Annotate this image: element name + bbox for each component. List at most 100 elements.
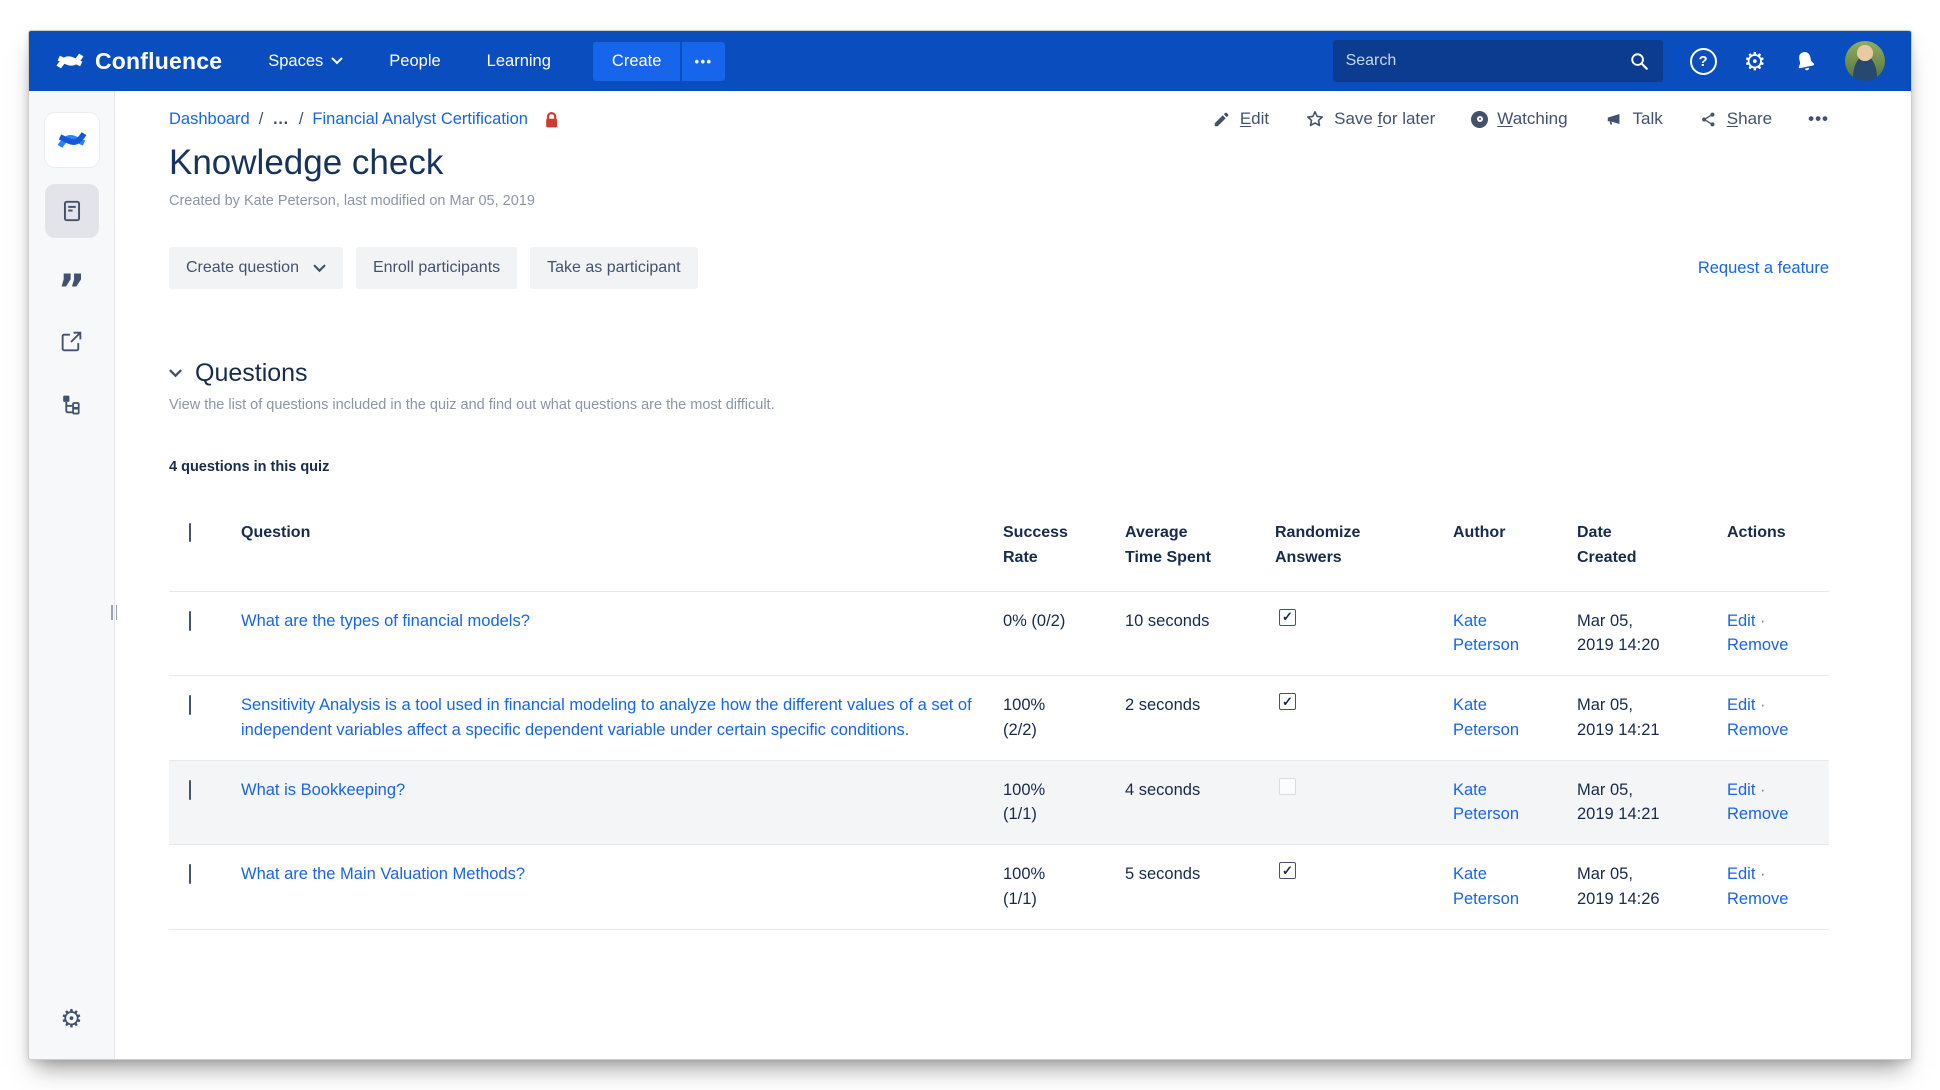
nav-item-spaces[interactable]: Spaces — [268, 52, 343, 71]
settings-gear-icon[interactable]: ⚙ — [1744, 49, 1766, 74]
breadcrumb-space[interactable]: Financial Analyst Certification — [312, 110, 528, 129]
sidebar-item-quotes[interactable]: ” — [45, 255, 99, 311]
help-icon[interactable]: ? — [1689, 47, 1717, 75]
author-link[interactable]: Kate Peterson — [1453, 612, 1519, 655]
row-actions: Edit · Remove — [1717, 675, 1829, 761]
remove-link[interactable]: Remove — [1727, 636, 1788, 654]
quiz-toolbar: Create question Enroll participants Take… — [169, 247, 1829, 289]
randomize-checkbox[interactable] — [1279, 777, 1296, 795]
save-for-later-action[interactable]: Save for later — [1305, 109, 1435, 129]
page-title: Knowledge check — [169, 143, 444, 182]
row-checkbox[interactable] — [189, 864, 191, 885]
randomize-checkbox[interactable]: ✓ — [1279, 862, 1296, 880]
row-actions: Edit · Remove — [1717, 759, 1829, 845]
space-settings-gear-icon[interactable]: ⚙ — [29, 1004, 114, 1033]
space-logo[interactable] — [44, 113, 99, 167]
randomize-checkbox[interactable]: ✓ — [1279, 693, 1296, 711]
success-rate-value: 100% (1/1) — [993, 759, 1115, 845]
author-link[interactable]: Kate Peterson — [1453, 781, 1519, 824]
remove-link[interactable]: Remove — [1727, 890, 1788, 908]
nav-item-people[interactable]: People — [389, 52, 440, 71]
section-collapse-chevron-icon[interactable] — [169, 369, 182, 378]
search-input[interactable] — [1345, 52, 1629, 70]
section-title: Questions — [195, 359, 308, 387]
date-created-value: Mar 05, 2019 14:26 — [1567, 844, 1717, 930]
question-link[interactable]: What are the types of financial models? — [241, 612, 530, 630]
restricted-lock-icon[interactable] — [543, 110, 560, 129]
pencil-icon — [1212, 110, 1231, 129]
table-row: What are the Main Valuation Methods? 100… — [169, 844, 1829, 930]
average-time-value: 4 seconds — [1115, 759, 1265, 845]
edit-action[interactable]: Edit — [1212, 109, 1269, 129]
sidebar-item-shared-links[interactable] — [45, 318, 99, 364]
page-actions: Edit Save for later Watching Talk Share … — [1212, 109, 1829, 129]
average-time-value: 10 seconds — [1115, 590, 1265, 676]
edit-link[interactable]: Edit — [1727, 865, 1755, 883]
search-icon[interactable] — [1629, 51, 1650, 72]
take-as-participant-button[interactable]: Take as participant — [530, 247, 698, 289]
questions-table: Question Success Rate Average Time Spent… — [169, 515, 1829, 930]
enroll-participants-button[interactable]: Enroll participants — [355, 247, 518, 289]
share-action[interactable]: Share — [1699, 109, 1772, 129]
row-actions: Edit · Remove — [1717, 844, 1829, 930]
col-header-actions: Actions — [1727, 524, 1786, 541]
row-checkbox[interactable] — [189, 610, 191, 631]
confluence-brand[interactable]: Confluence — [55, 46, 222, 76]
table-row: Sensitivity Analysis is a tool used in f… — [169, 675, 1829, 761]
row-checkbox[interactable] — [189, 695, 191, 716]
question-link[interactable]: What are the Main Valuation Methods? — [241, 865, 525, 883]
question-link[interactable]: What is Bookkeeping? — [241, 781, 405, 799]
average-time-value: 5 seconds — [1115, 844, 1265, 930]
more-actions-button[interactable]: ••• — [1808, 109, 1829, 129]
randomize-checkbox[interactable]: ✓ — [1279, 608, 1296, 626]
request-feature-link[interactable]: Request a feature — [1698, 259, 1829, 278]
row-checkbox[interactable] — [189, 779, 191, 800]
create-group: Create ••• — [592, 41, 725, 81]
col-header-date-created: Date Created — [1577, 524, 1637, 566]
success-rate-value: 0% (0/2) — [993, 590, 1115, 676]
col-header-randomize: Randomize Answers — [1275, 524, 1361, 566]
breadcrumb: Dashboard / … / Financial Analyst Certif… — [169, 109, 1829, 129]
page-tree-icon — [59, 392, 84, 417]
table-header-row: Question Success Rate Average Time Spent… — [169, 515, 1829, 591]
watching-action[interactable]: Watching — [1471, 109, 1568, 129]
nav-item-learning[interactable]: Learning — [487, 52, 551, 71]
sidebar-resize-handle[interactable] — [111, 605, 118, 620]
success-rate-value: 100% (2/2) — [993, 675, 1115, 761]
create-question-button[interactable]: Create question — [169, 247, 343, 289]
col-header-success-rate: Success Rate — [1003, 524, 1068, 566]
edit-link[interactable]: Edit — [1727, 612, 1755, 630]
notification-bell-icon[interactable] — [1791, 46, 1821, 76]
table-row: What are the types of financial models? … — [169, 590, 1829, 676]
question-link[interactable]: Sensitivity Analysis is a tool used in f… — [241, 696, 972, 739]
remove-link[interactable]: Remove — [1727, 721, 1788, 739]
date-created-value: Mar 05, 2019 14:21 — [1567, 675, 1717, 761]
author-link[interactable]: Kate Peterson — [1453, 865, 1519, 908]
app-window: Confluence Spaces People Learning Create… — [28, 30, 1912, 1060]
remove-link[interactable]: Remove — [1727, 805, 1788, 823]
create-more-button[interactable]: ••• — [682, 41, 725, 81]
breadcrumb-ellipsis[interactable]: … — [272, 110, 290, 129]
page-icon — [59, 198, 85, 224]
author-link[interactable]: Kate Peterson — [1453, 696, 1519, 739]
confluence-logo-icon — [55, 46, 85, 76]
user-avatar[interactable] — [1845, 41, 1885, 81]
breadcrumb-dashboard[interactable]: Dashboard — [169, 110, 250, 129]
share-icon — [1699, 110, 1718, 129]
edit-link[interactable]: Edit — [1727, 781, 1755, 799]
star-icon — [1305, 109, 1325, 129]
average-time-value: 2 seconds — [1115, 675, 1265, 761]
nav-right: ? ⚙ — [1332, 40, 1885, 82]
search-box[interactable] — [1332, 40, 1663, 82]
sidebar-item-pages[interactable] — [44, 184, 99, 238]
create-button[interactable]: Create — [592, 41, 681, 81]
select-all-checkbox[interactable] — [189, 523, 191, 542]
col-header-question: Question — [241, 524, 311, 541]
talk-action[interactable]: Talk — [1604, 109, 1663, 129]
page-byline: Created by Kate Peterson, last modified … — [169, 193, 535, 209]
edit-link[interactable]: Edit — [1727, 696, 1755, 714]
nav-menu: Spaces People Learning — [268, 52, 551, 71]
col-header-author: Author — [1453, 524, 1506, 541]
date-created-value: Mar 05, 2019 14:21 — [1567, 759, 1717, 845]
sidebar-item-page-tree[interactable] — [45, 381, 99, 427]
